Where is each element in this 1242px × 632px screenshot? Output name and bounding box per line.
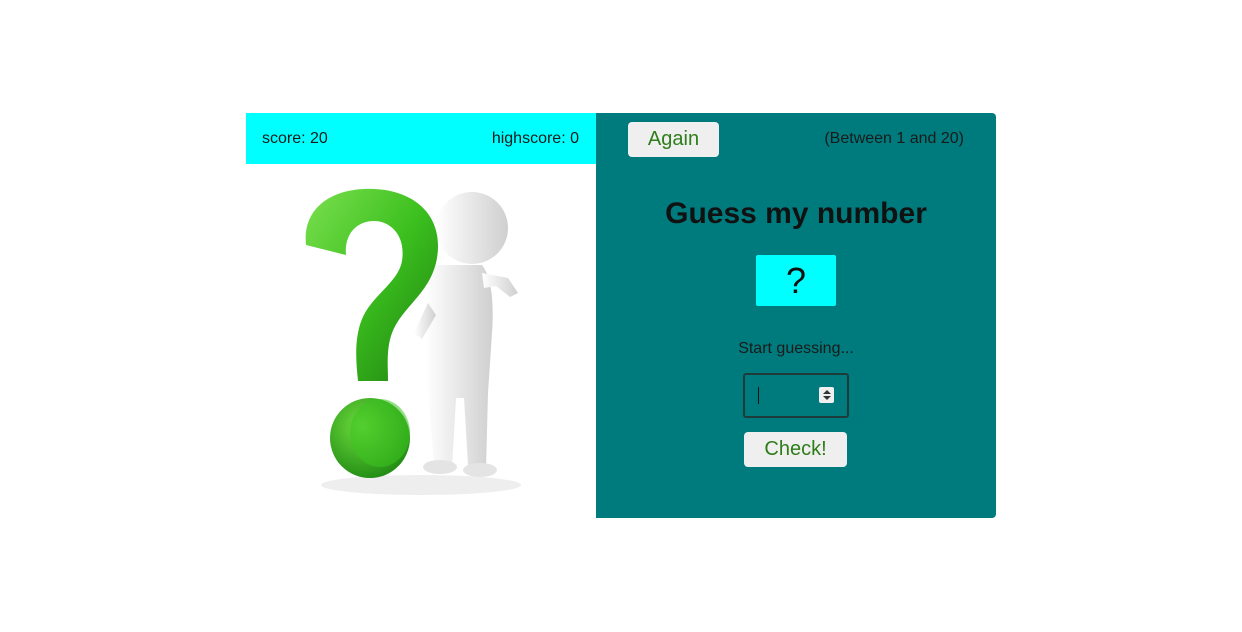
number-spinner[interactable] bbox=[819, 387, 834, 403]
question-mark-figure-icon bbox=[305, 188, 521, 495]
secret-number-box: ? bbox=[756, 255, 836, 306]
right-panel: Again (Between 1 and 20) Guess my number… bbox=[596, 113, 996, 518]
highscore-label: highscore: 0 bbox=[491, 129, 579, 147]
guess-input-wrapper bbox=[743, 373, 849, 418]
spinner-up-icon[interactable] bbox=[822, 390, 831, 394]
game-app: score: 20 highscore: 0 Again (Between 1 … bbox=[246, 113, 996, 518]
score-bar: score: 20 highscore: 0 bbox=[246, 113, 596, 164]
again-button[interactable]: Again bbox=[628, 122, 719, 157]
page-title: Guess my number bbox=[665, 197, 927, 230]
left-panel: score: 20 highscore: 0 bbox=[246, 113, 596, 518]
text-caret bbox=[758, 387, 759, 404]
spinner-down-icon[interactable] bbox=[822, 396, 831, 400]
guess-input[interactable] bbox=[745, 375, 820, 416]
check-button[interactable]: Check! bbox=[744, 432, 847, 467]
status-message: Start guessing... bbox=[738, 340, 854, 357]
range-hint: (Between 1 and 20) bbox=[824, 130, 964, 147]
score-label: score: 20 bbox=[262, 129, 328, 147]
